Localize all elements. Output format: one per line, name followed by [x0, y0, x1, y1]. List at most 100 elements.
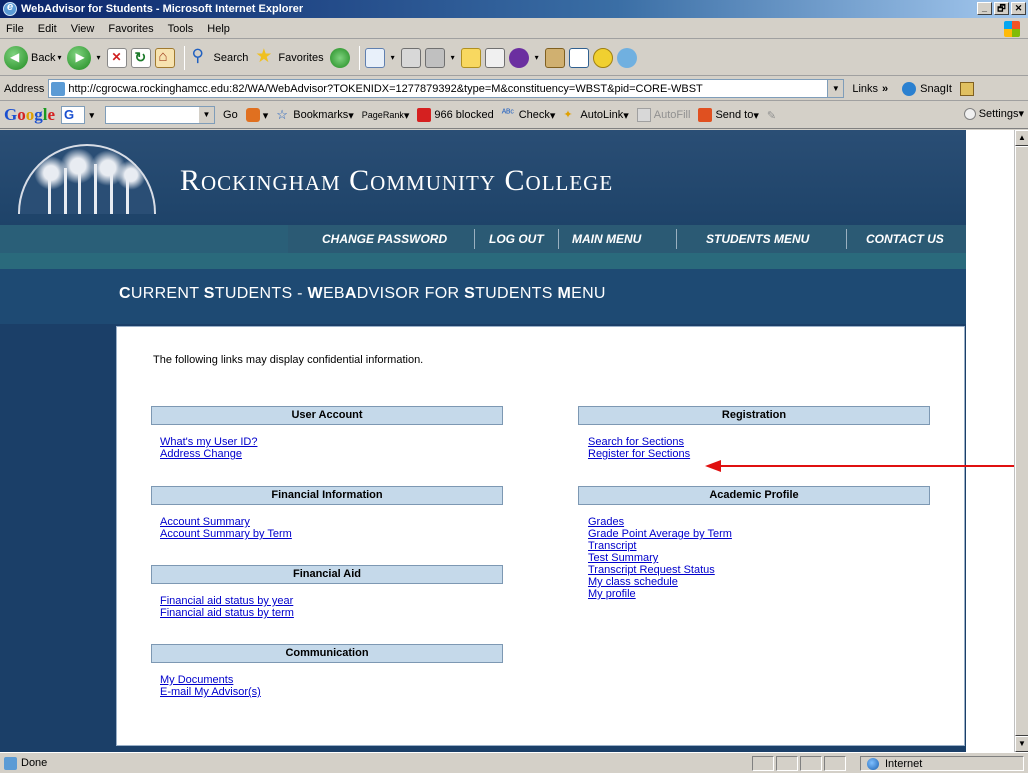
zone-label: Internet	[885, 757, 923, 770]
spellcheck-icon: ᴬᴮᶜ	[501, 108, 514, 119]
page-icon	[51, 81, 66, 96]
vertical-scrollbar[interactable]: ▲ ▼	[1014, 130, 1028, 752]
home-icon[interactable]	[154, 47, 175, 68]
nav-log-out[interactable]: LOG OUT	[489, 232, 544, 246]
google-search-input[interactable]: ▼	[105, 106, 216, 124]
nav-contact-us[interactable]: CONTACT US	[866, 232, 944, 246]
menu-tools[interactable]: Tools	[168, 23, 194, 35]
menu-view[interactable]: View	[71, 23, 95, 35]
scroll-up-icon[interactable]: ▲	[1015, 130, 1028, 146]
chevron-down-icon[interactable]: ▼	[199, 107, 215, 123]
autofill-button[interactable]: AutoFill	[636, 108, 691, 122]
status-text: Done	[21, 757, 48, 769]
link-transcript[interactable]: Transcript	[588, 540, 732, 552]
menu-favorites[interactable]: Favorites	[108, 23, 153, 35]
bookmarks-button[interactable]: ☆ Bookmarks ▾	[276, 108, 354, 122]
college-logo-icon	[18, 144, 156, 214]
snagit-capture-icon[interactable]	[959, 81, 974, 96]
google-go-button[interactable]: Go	[223, 109, 238, 121]
link-financial-aid-by-term[interactable]: Financial aid status by term	[160, 607, 294, 619]
menu-help[interactable]: Help	[207, 23, 230, 35]
links-button[interactable]: Links»	[852, 83, 888, 95]
contacts-icon[interactable]	[616, 47, 637, 68]
menu-edit[interactable]: Edit	[38, 23, 57, 35]
link-email-my-advisor[interactable]: E-mail My Advisor(s)	[160, 686, 261, 698]
link-whats-my-user-id[interactable]: What's my User ID?	[160, 436, 257, 448]
ie-app-icon	[3, 1, 17, 16]
popup-blocker-button[interactable]: 966 blocked	[417, 108, 494, 122]
print-icon[interactable]	[400, 47, 421, 68]
nav-change-password[interactable]: CHANGE PASSWORD	[322, 232, 447, 246]
snagit-button[interactable]: SnagIt	[902, 81, 974, 96]
window-icon[interactable]	[568, 47, 589, 68]
chevron-down-icon[interactable]: ▾	[391, 53, 395, 62]
chevron-down-icon[interactable]: ▾	[451, 53, 455, 62]
go-label: Go	[223, 109, 238, 121]
chevron-down-icon[interactable]: ▾	[57, 53, 61, 62]
minimize-button[interactable]: _	[977, 2, 992, 15]
nav-main-menu[interactable]: MAIN MENU	[572, 232, 641, 246]
google-menu-icon[interactable]: G	[61, 106, 94, 124]
link-address-change[interactable]: Address Change	[160, 448, 257, 460]
link-my-profile[interactable]: My profile	[588, 588, 732, 600]
highlight-button[interactable]: ✎	[767, 109, 776, 122]
chevron-down-icon[interactable]: ▼	[827, 80, 844, 97]
edit-icon[interactable]	[424, 47, 445, 68]
chevron-down-icon[interactable]: ▾	[535, 53, 539, 62]
research-icon[interactable]	[544, 47, 565, 68]
link-account-summary-by-term[interactable]: Account Summary by Term	[160, 528, 292, 540]
forward-arrow-icon	[67, 45, 92, 70]
page-title-part: W	[307, 285, 323, 302]
scroll-thumb[interactable]	[1015, 146, 1028, 736]
link-grades[interactable]: Grades	[588, 516, 732, 528]
autofill-label: AutoFill	[653, 109, 691, 121]
toolbar-separator	[358, 45, 360, 70]
security-zone: Internet	[860, 756, 1024, 771]
pagerank-button[interactable]: PageRank ▾	[362, 109, 410, 122]
scroll-down-icon[interactable]: ▼	[1015, 736, 1028, 752]
nav-students-menu[interactable]: STUDENTS MENU	[706, 232, 809, 246]
link-financial-aid-by-year[interactable]: Financial aid status by year	[160, 595, 294, 607]
back-button[interactable]: Back▾	[4, 45, 61, 70]
document-icon[interactable]	[484, 47, 505, 68]
status-cells	[752, 756, 848, 771]
page-title-part: S	[464, 285, 476, 302]
window-title: WebAdvisor for Students - Microsoft Inte…	[21, 3, 304, 15]
autolink-button[interactable]: ✦ AutoLink ▾	[563, 108, 628, 122]
college-name: Rockingham Community College	[180, 164, 614, 197]
address-input[interactable]: http://cgrocwa.rockinghamcc.edu:82/WA/We…	[48, 79, 845, 98]
chevron-right-icon: »	[882, 82, 889, 95]
link-test-summary[interactable]: Test Summary	[588, 552, 732, 564]
link-account-summary[interactable]: Account Summary	[160, 516, 292, 528]
link-register-for-sections[interactable]: Register for Sections	[588, 448, 690, 460]
menu-file[interactable]: File	[6, 23, 24, 35]
link-transcript-request-status[interactable]: Transcript Request Status	[588, 564, 732, 576]
spell-check-button[interactable]: ᴬᴮᶜ Check ▾	[502, 108, 556, 122]
smiley-icon[interactable]	[592, 47, 613, 68]
section-header-financial-aid: Financial Aid	[151, 565, 503, 584]
link-gpa-by-term[interactable]: Grade Point Average by Term	[588, 528, 732, 540]
maximize-button[interactable]: 🗗	[994, 2, 1009, 15]
section-header-financial-information: Financial Information	[151, 486, 503, 505]
chevron-down-icon[interactable]: ▾	[96, 53, 100, 62]
link-my-class-schedule[interactable]: My class schedule	[588, 576, 732, 588]
settings-button[interactable]: Settings ▾	[963, 107, 1024, 120]
history-icon[interactable]	[329, 47, 350, 68]
send-to-button[interactable]: Send to ▾	[698, 108, 759, 122]
folder-icon[interactable]	[460, 47, 481, 68]
search-button[interactable]: Search	[190, 46, 249, 68]
address-url[interactable]: http://cgrocwa.rockinghamcc.edu:82/WA/We…	[68, 83, 702, 95]
section-header-user-account: User Account	[151, 406, 503, 425]
snagit-label: SnagIt	[920, 82, 952, 95]
mail-icon[interactable]	[364, 47, 385, 68]
close-button[interactable]: ✕	[1011, 2, 1026, 15]
messenger-icon[interactable]	[508, 47, 529, 68]
refresh-icon[interactable]	[130, 47, 151, 68]
forward-button[interactable]: ▾	[67, 45, 101, 70]
link-search-for-sections[interactable]: Search for Sections	[588, 436, 690, 448]
search-icon	[190, 46, 210, 68]
stop-icon[interactable]	[106, 47, 127, 68]
favorites-button[interactable]: Favorites	[254, 45, 323, 68]
google-options-button[interactable]: ▾	[245, 108, 268, 122]
link-my-documents[interactable]: My Documents	[160, 674, 261, 686]
